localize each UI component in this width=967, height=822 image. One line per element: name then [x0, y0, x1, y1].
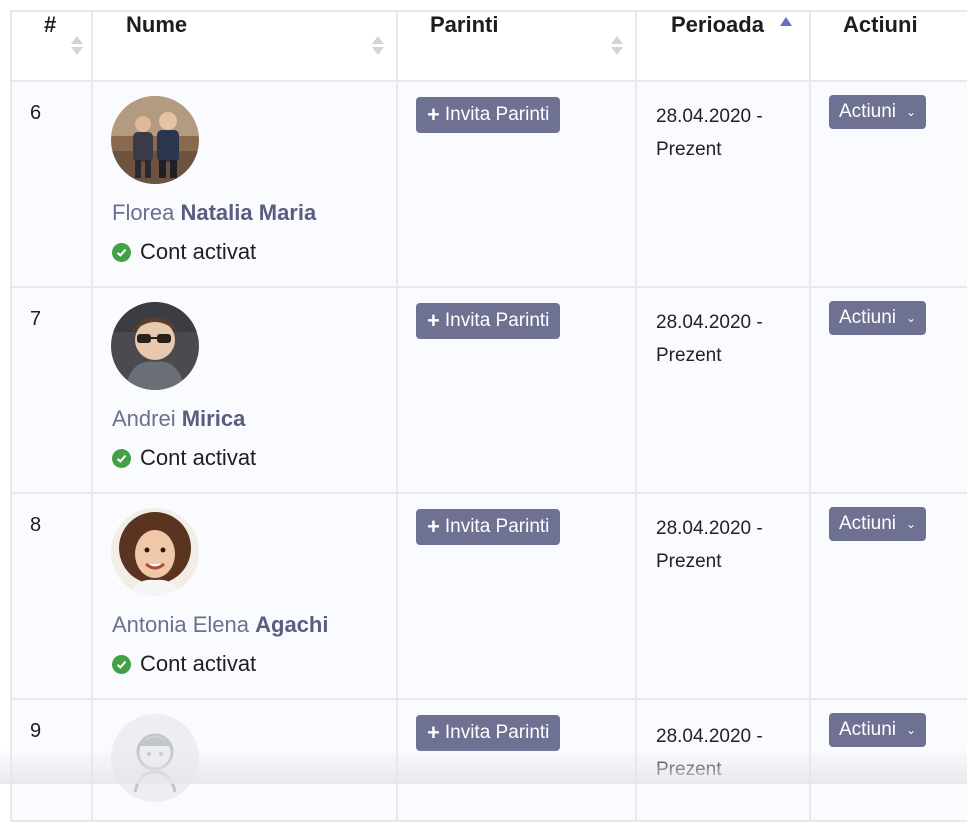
student-name[interactable]: Antonia Elena Agachi — [112, 612, 328, 638]
actions-dropdown[interactable]: Actiuni ⌄ — [829, 713, 927, 747]
actions-dropdown-label: Actiuni — [839, 101, 897, 122]
period-cell: 28.04.2020 - Prezent — [656, 720, 763, 786]
column-header-name[interactable]: Nume — [91, 10, 398, 82]
actions-dropdown[interactable]: Actiuni ⌄ — [829, 507, 927, 541]
status-text: Cont activat — [140, 445, 257, 470]
actions-dropdown-label: Actiuni — [839, 307, 897, 328]
period-end: Prezent — [656, 551, 722, 572]
student-first-name: Antonia Elena — [112, 612, 249, 637]
plus-icon: + — [427, 720, 440, 745]
period-start: 28.04.2020 - — [656, 312, 763, 333]
period-cell: 28.04.2020 - Prezent — [656, 306, 763, 372]
chevron-down-icon: ⌄ — [906, 311, 917, 325]
column-header-number-label: # — [44, 12, 57, 37]
student-name[interactable]: Andrei Mirica — [112, 406, 245, 432]
chevron-down-icon: ⌄ — [906, 723, 917, 737]
status-badge: Cont activat — [112, 445, 256, 471]
column-header-parents[interactable]: Parinti — [396, 10, 637, 82]
student-first-name: Florea — [112, 200, 175, 225]
row-number: 9 — [30, 720, 42, 742]
row-number: 7 — [30, 308, 42, 330]
check-circle-icon — [112, 242, 131, 262]
invite-parents-button[interactable]: + Invita Parinti — [416, 715, 561, 751]
table-row: 9 + Invita Parinti 28.04.2020 - Prezent … — [10, 698, 967, 822]
invite-parents-label: Invita Parinti — [444, 516, 550, 537]
chevron-down-icon: ⌄ — [906, 105, 917, 119]
student-last-name: Mirica — [181, 406, 246, 431]
period-end: Prezent — [656, 759, 722, 780]
avatar[interactable] — [111, 96, 199, 184]
period-start: 28.04.2020 - — [656, 726, 763, 747]
invite-parents-button[interactable]: + Invita Parinti — [416, 303, 561, 339]
period-cell: 28.04.2020 - Prezent — [656, 100, 763, 166]
period-end: Prezent — [656, 139, 722, 160]
status-badge: Cont activat — [112, 651, 256, 677]
table-row: 8 Antonia Elena Agachi Cont activat + In… — [10, 492, 967, 700]
plus-icon: + — [427, 514, 440, 539]
avatar[interactable] — [111, 302, 199, 390]
avatar-placeholder[interactable] — [111, 714, 199, 802]
sort-both-icon[interactable] — [71, 36, 83, 58]
invite-parents-button[interactable]: + Invita Parinti — [416, 97, 561, 133]
plus-icon: + — [427, 102, 440, 127]
row-number: 6 — [30, 102, 42, 124]
row-number: 8 — [30, 514, 42, 536]
avatar[interactable] — [111, 508, 199, 596]
table-row: 7 Andrei Mirica Cont activat + Invita Pa… — [10, 286, 967, 494]
student-first-name: Andrei — [112, 406, 176, 431]
actions-dropdown[interactable]: Actiuni ⌄ — [829, 301, 927, 335]
chevron-down-icon: ⌄ — [906, 517, 917, 531]
sort-both-icon[interactable] — [611, 36, 623, 58]
check-circle-icon — [112, 448, 131, 468]
table-header-row: # Nume Parinti Perioada Actiuni — [10, 10, 967, 82]
invite-parents-label: Invita Parinti — [444, 104, 550, 125]
column-header-actions-label: Actiuni — [843, 12, 918, 37]
table-row: 6 Florea Natalia Maria Cont activat + In… — [10, 80, 967, 288]
actions-dropdown[interactable]: Actiuni ⌄ — [829, 95, 927, 129]
sort-asc-icon[interactable] — [780, 17, 793, 26]
student-last-name: Agachi — [255, 612, 329, 637]
column-header-period[interactable]: Perioada — [635, 10, 811, 82]
actions-dropdown-label: Actiuni — [839, 513, 897, 534]
status-text: Cont activat — [140, 651, 257, 676]
status-text: Cont activat — [140, 239, 257, 264]
period-end: Prezent — [656, 345, 722, 366]
invite-parents-button[interactable]: + Invita Parinti — [416, 509, 561, 545]
student-last-name: Natalia Maria — [180, 200, 317, 225]
period-start: 28.04.2020 - — [656, 106, 763, 127]
actions-dropdown-label: Actiuni — [839, 719, 897, 740]
sort-both-icon[interactable] — [372, 36, 384, 58]
period-start: 28.04.2020 - — [656, 518, 763, 539]
student-name[interactable]: Florea Natalia Maria — [112, 200, 316, 226]
check-circle-icon — [112, 654, 131, 674]
invite-parents-label: Invita Parinti — [444, 310, 550, 331]
status-badge: Cont activat — [112, 239, 256, 265]
period-cell: 28.04.2020 - Prezent — [656, 512, 763, 578]
plus-icon: + — [427, 308, 440, 333]
invite-parents-label: Invita Parinti — [444, 722, 550, 743]
column-header-period-label: Perioada — [671, 12, 764, 37]
column-header-number[interactable]: # — [10, 10, 93, 82]
column-header-name-label: Nume — [126, 12, 188, 37]
column-header-actions[interactable]: Actiuni — [809, 10, 967, 82]
students-table: # Nume Parinti Perioada Actiuni 6 Florea… — [10, 10, 967, 822]
column-header-parents-label: Parinti — [430, 12, 499, 37]
